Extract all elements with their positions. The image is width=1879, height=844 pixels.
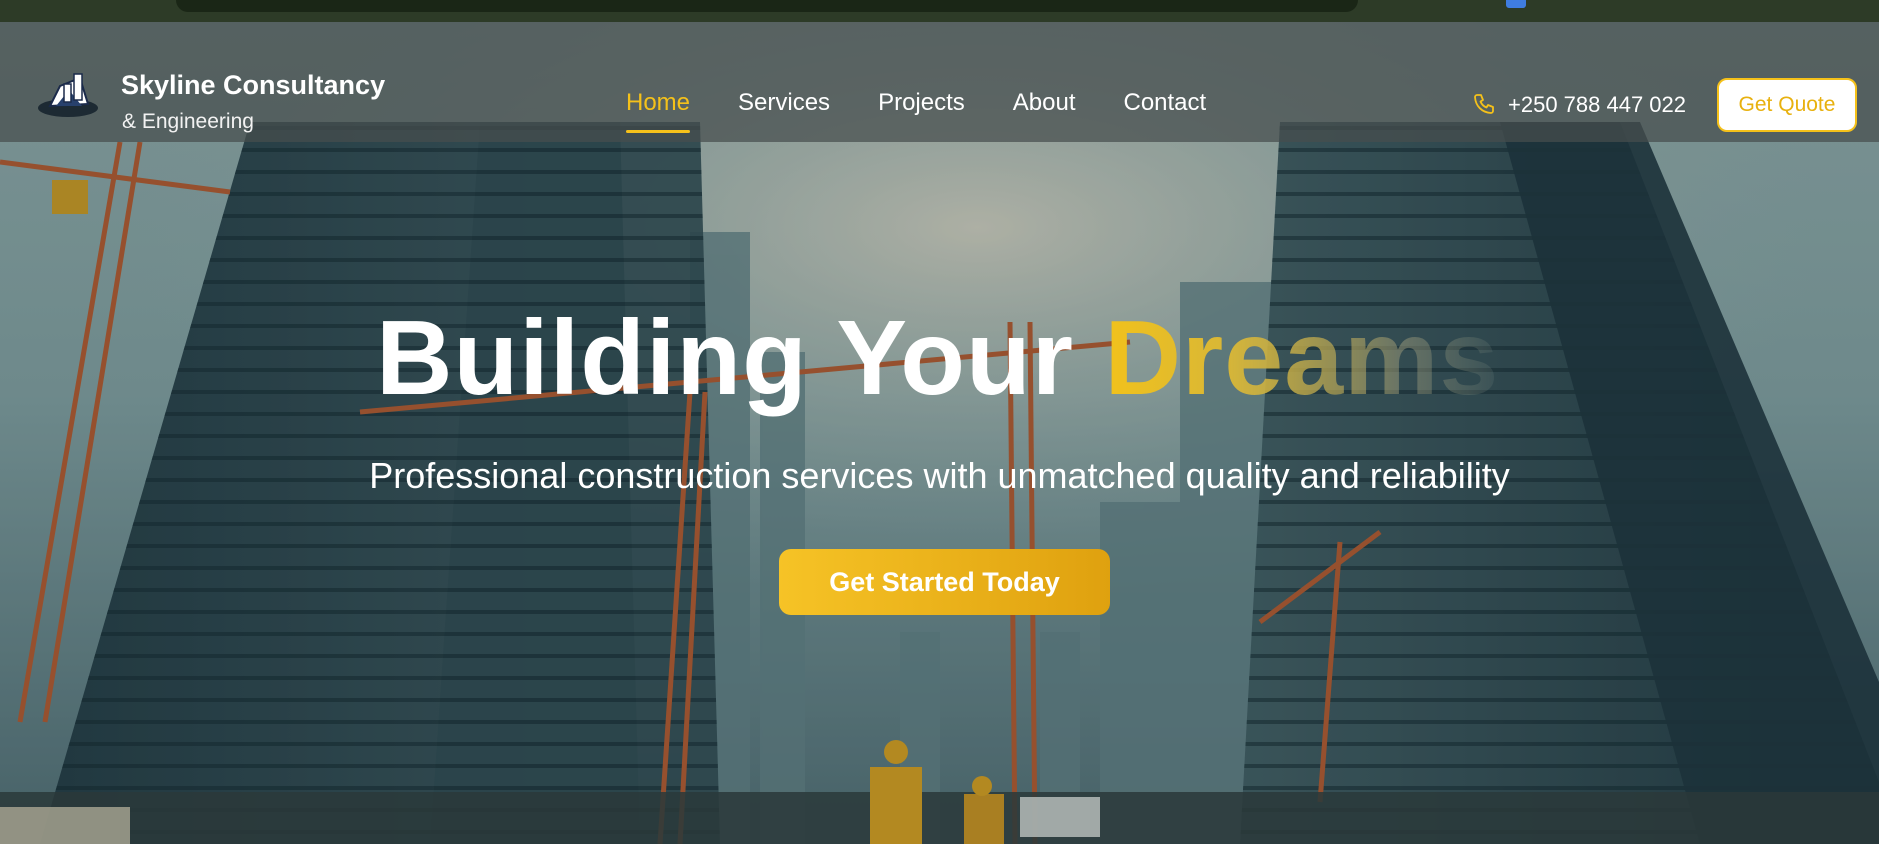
browser-top-strip — [0, 0, 1879, 22]
hero-background-image — [0, 22, 1879, 844]
nav-home[interactable]: Home — [626, 89, 691, 133]
extension-icon[interactable] — [1506, 0, 1526, 8]
headline-main: Building Your — [376, 299, 1105, 417]
brand-name[interactable]: Skyline Consultancy — [121, 70, 385, 101]
nav-services[interactable]: Services — [738, 89, 830, 125]
get-quote-button[interactable]: Get Quote — [1717, 78, 1857, 132]
brand-subtitle: & Engineering — [122, 110, 254, 133]
address-bar[interactable] — [176, 0, 1358, 12]
site-header: Skyline Consultancy & Engineering Home S… — [0, 22, 1879, 142]
nav-about[interactable]: About — [1013, 89, 1076, 125]
headline-accent: Dreams — [1104, 299, 1500, 417]
building-logo-icon[interactable] — [36, 56, 102, 122]
phone-number[interactable]: +250 788 447 022 — [1508, 92, 1686, 118]
hero-section — [0, 22, 1879, 844]
hero-subtitle: Professional construction services with … — [369, 455, 1510, 496]
nav-projects[interactable]: Projects — [878, 89, 965, 125]
get-started-button[interactable]: Get Started Today — [779, 549, 1110, 615]
nav-contact[interactable]: Contact — [1123, 89, 1206, 125]
main-nav: Home Services Projects About Contact — [626, 89, 1254, 133]
phone-icon — [1474, 94, 1494, 114]
hero-headline: Building Your Dreams — [376, 298, 1499, 419]
